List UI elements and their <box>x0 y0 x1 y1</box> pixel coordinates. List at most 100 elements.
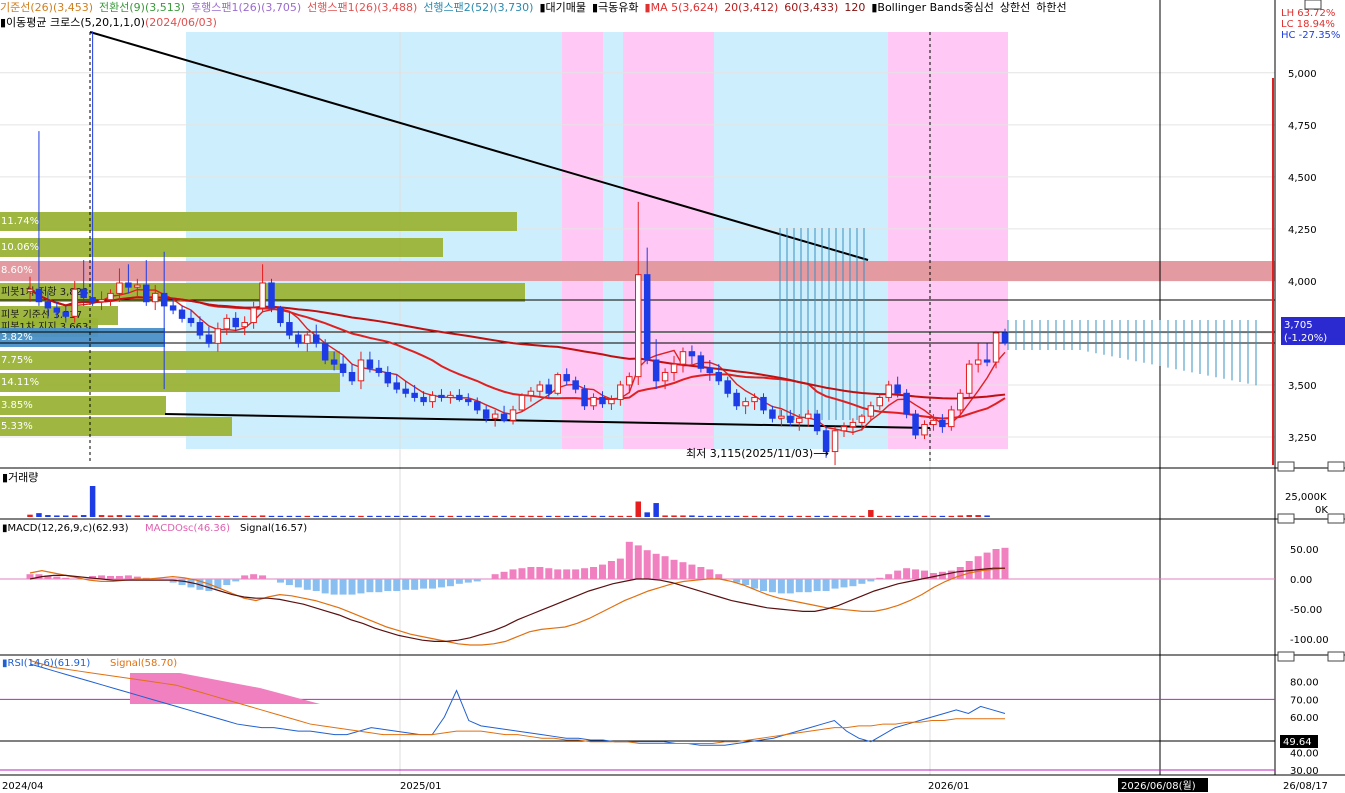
macd-osc-bar <box>285 579 293 585</box>
candle-body <box>733 392 740 407</box>
volume-bar <box>45 515 51 517</box>
panel-layout-button[interactable] <box>1277 513 1295 524</box>
macd-osc-bar <box>572 569 580 579</box>
macd-osc-bar <box>634 545 642 579</box>
volume-bar <box>313 515 319 517</box>
macd-osc-bar <box>527 567 535 579</box>
panel-layout-button[interactable] <box>1304 0 1322 10</box>
macd-osc-bar <box>983 552 991 579</box>
candle-body <box>751 396 758 403</box>
volume-bar <box>957 515 964 517</box>
candle-body <box>939 419 946 428</box>
volume-bar <box>635 501 642 517</box>
volume-bar <box>116 515 123 517</box>
candle-body <box>107 292 114 301</box>
macd-osc-bar <box>321 579 329 594</box>
volume-profile-bar <box>0 238 443 257</box>
candle-body <box>912 413 919 436</box>
macd-osc-bar <box>742 579 750 585</box>
x-label: 2025/01 <box>400 781 442 792</box>
macd-osc-bar <box>420 579 428 589</box>
candle-body <box>858 415 866 423</box>
macd-osc-bar <box>491 574 499 579</box>
panel-layout-button[interactable] <box>1277 461 1295 472</box>
macd-osc-bar <box>670 559 678 579</box>
volume-bar <box>215 515 221 517</box>
macd-osc-bar <box>276 579 284 583</box>
macd-osc-bar <box>581 568 589 579</box>
candle-body <box>125 282 132 288</box>
volume-bar <box>54 515 60 517</box>
volume-bar <box>850 515 856 517</box>
candle-body <box>98 299 105 303</box>
candle-body <box>652 359 660 382</box>
candle-body <box>35 288 43 303</box>
macd-osc-bar <box>679 562 687 579</box>
candle-body <box>608 399 615 405</box>
candle-body <box>80 288 87 299</box>
volume-bar <box>98 515 105 517</box>
macd-osc-bar <box>330 579 338 595</box>
volume-tick: 25,000K <box>1285 492 1327 503</box>
macd-osc-bar <box>706 569 714 579</box>
macd-osc-bar <box>107 576 115 579</box>
volume-bar <box>250 515 257 517</box>
volume-profile-label: 8.60% <box>1 265 33 276</box>
candle-body <box>250 307 257 324</box>
price-tick: 4,500 <box>1288 173 1317 184</box>
candle-body <box>590 396 597 407</box>
volume-bar <box>823 515 829 517</box>
candle-body <box>178 309 186 319</box>
x-label: 2026/01 <box>928 781 970 792</box>
volume-bar <box>930 515 937 517</box>
volume-bar <box>939 515 946 517</box>
macd-osc-bar <box>822 579 830 591</box>
candle-body <box>992 332 1000 363</box>
rsi-tick: 80.00 <box>1290 678 1319 689</box>
candle-body <box>706 367 714 373</box>
candle-body <box>957 392 964 411</box>
panel-close-button[interactable] <box>1327 461 1345 472</box>
candle-body <box>447 394 454 398</box>
candle-body <box>572 380 579 390</box>
candle-body <box>563 374 570 382</box>
volume-profile-label: 14.11% <box>1 377 39 388</box>
candle-body <box>983 359 991 363</box>
macd-osc-bar <box>303 579 311 590</box>
candle-body <box>509 409 517 421</box>
volume-bar <box>519 515 525 517</box>
macd-osc-bar <box>339 579 347 595</box>
candle-body <box>26 288 34 292</box>
volume-bar <box>80 515 87 517</box>
chart-canvas[interactable]: 11.74%10.06%8.60%피봇1차 저항 3,823피봇 기준선 3,7… <box>0 0 1345 793</box>
macd-signal-title: Signal(16.57) <box>240 523 307 534</box>
trend-zone <box>562 32 603 449</box>
macd-osc-bar <box>464 579 472 583</box>
macd-osc-bar <box>840 579 848 588</box>
volume-bar <box>304 515 311 517</box>
macd-osc-bar <box>876 577 884 579</box>
candle-body <box>330 359 338 365</box>
panel-close-button[interactable] <box>1327 513 1345 524</box>
macd-osc-bar <box>366 579 374 593</box>
volume-bar <box>689 515 695 517</box>
rsi-tick: 70.00 <box>1290 695 1319 706</box>
volume-bar <box>841 515 847 517</box>
panel-layout-button[interactable] <box>1277 651 1295 662</box>
cursor-date: 2026/06/08(월) <box>1121 780 1196 792</box>
macd-osc-bar <box>375 579 383 593</box>
candle-body <box>44 301 52 309</box>
price-tick: 4,250 <box>1288 225 1317 236</box>
macd-osc-bar <box>831 579 839 589</box>
candle-body <box>169 305 177 311</box>
candle-body <box>769 409 776 419</box>
candle-body <box>643 274 651 361</box>
volume-bar <box>143 515 150 517</box>
panel-close-button[interactable] <box>1327 651 1345 662</box>
current-change: (-1.20%) <box>1284 333 1327 344</box>
macd-osc-bar <box>1001 547 1009 579</box>
volume-bar <box>581 515 588 517</box>
volume-bar <box>331 515 337 517</box>
volume-profile-label: 10.06% <box>1 242 39 253</box>
volume-bar <box>322 515 328 517</box>
